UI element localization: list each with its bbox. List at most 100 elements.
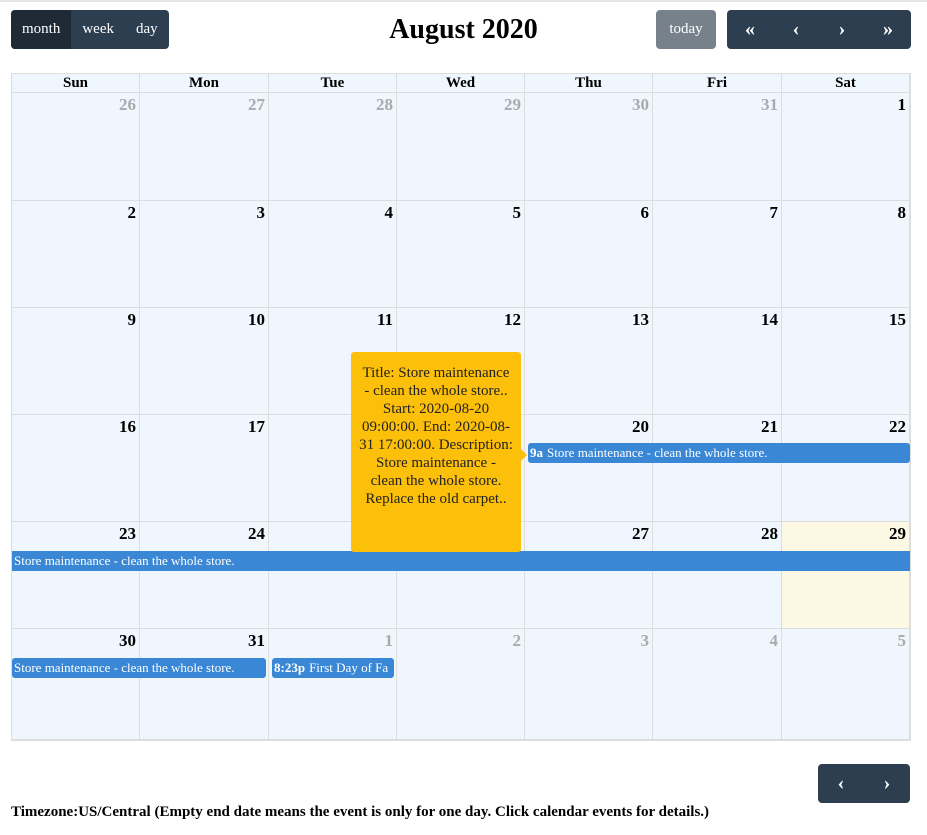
day-cell[interactable]: 7 [653,201,782,308]
day-cell[interactable]: 15 [782,308,910,415]
day-number[interactable]: 29 [504,95,521,115]
bottom-navigation: ‹ › [818,764,910,803]
day-cell[interactable]: 31 [140,629,269,740]
next-month-button[interactable]: › [864,764,910,803]
day-number[interactable]: 1 [898,95,907,115]
view-switcher: month week day [11,10,169,49]
day-number[interactable]: 22 [889,417,906,437]
day-cell[interactable]: 28 [653,522,782,629]
day-cell[interactable]: 22 [782,415,910,522]
day-number[interactable]: 10 [248,310,265,330]
day-cell[interactable]: 2 [12,201,140,308]
day-number[interactable]: 3 [641,631,650,651]
day-cell[interactable]: 27 [140,93,269,201]
navigation-buttons: « ‹ › » [727,10,911,49]
weekday-header: Wed [397,74,525,93]
day-number[interactable]: 24 [248,524,265,544]
day-number[interactable]: 9 [128,310,137,330]
day-cell[interactable]: 26 [12,93,140,201]
calendar-event[interactable]: 8:23p First Day of Fa [272,658,394,678]
day-cell[interactable]: 30 [525,93,653,201]
day-cell[interactable]: 24 [140,522,269,629]
day-cell[interactable]: 8 [782,201,910,308]
calendar-event[interactable]: Store maintenance - clean the whole stor… [12,658,266,678]
calendar-event[interactable]: Store maintenance - clean the whole stor… [12,551,910,571]
day-cell[interactable]: 21 [653,415,782,522]
day-number[interactable]: 23 [119,524,136,544]
day-cell[interactable]: 5 [782,629,910,740]
day-number[interactable]: 7 [770,203,779,223]
day-number[interactable]: 16 [119,417,136,437]
day-cell[interactable]: 30 [12,629,140,740]
day-cell[interactable]: 23 [12,522,140,629]
day-number[interactable]: 28 [376,95,393,115]
day-cell[interactable]: 5 [397,201,525,308]
day-number[interactable]: 3 [257,203,266,223]
day-cell[interactable]: 13 [525,308,653,415]
day-number[interactable]: 28 [761,524,778,544]
day-number[interactable]: 12 [504,310,521,330]
day-cell[interactable]: 4 [269,201,397,308]
day-number[interactable]: 27 [248,95,265,115]
day-number[interactable]: 2 [128,203,137,223]
day-cell[interactable]: 2 [397,629,525,740]
day-number[interactable]: 15 [889,310,906,330]
view-week-button[interactable]: week [71,10,125,49]
double-chevron-left-icon: « [745,18,755,40]
day-number[interactable]: 31 [248,631,265,651]
day-cell[interactable]: 27 [525,522,653,629]
day-cell[interactable]: 31 [653,93,782,201]
day-number[interactable]: 14 [761,310,778,330]
next-month-button[interactable]: › [819,10,865,49]
day-number[interactable]: 21 [761,417,778,437]
day-number[interactable]: 5 [513,203,522,223]
next-year-button[interactable]: » [865,10,911,49]
event-title: Store maintenance - clean the whole stor… [14,553,235,568]
day-number[interactable]: 30 [632,95,649,115]
day-number[interactable]: 2 [513,631,522,651]
calendar-event[interactable]: 9a Store maintenance - clean the whole st… [528,443,910,463]
day-number[interactable]: 30 [119,631,136,651]
view-month-button[interactable]: month [11,10,72,49]
day-number[interactable]: 5 [898,631,907,651]
day-number[interactable]: 4 [385,203,394,223]
event-time: 9a [530,445,543,460]
day-cell[interactable]: 17 [140,415,269,522]
day-cell[interactable]: 4 [653,629,782,740]
day-number[interactable]: 8 [898,203,907,223]
day-cell[interactable]: 1 [269,629,397,740]
prev-year-button[interactable]: « [727,10,773,49]
day-number[interactable]: 26 [119,95,136,115]
day-cell[interactable]: 3 [140,201,269,308]
day-cell[interactable]: 14 [653,308,782,415]
prev-month-button[interactable]: ‹ [773,10,819,49]
view-day-button[interactable]: day [125,10,169,49]
day-cell[interactable]: 3 [525,629,653,740]
day-cell[interactable]: 10 [140,308,269,415]
day-number[interactable]: 1 [385,631,394,651]
day-number[interactable]: 13 [632,310,649,330]
double-chevron-right-icon: » [883,18,893,40]
day-cell[interactable]: 9 [12,308,140,415]
day-cell[interactable]: 29 [397,93,525,201]
day-cell[interactable]: 6 [525,201,653,308]
day-number[interactable]: 11 [377,310,393,330]
day-cell[interactable]: 28 [269,93,397,201]
day-cell[interactable]: 20 [525,415,653,522]
today-button[interactable]: today [656,10,716,49]
day-number[interactable]: 29 [889,524,906,544]
day-number[interactable]: 27 [632,524,649,544]
weekday-header: Fri [653,74,782,93]
day-number[interactable]: 17 [248,417,265,437]
day-number[interactable]: 20 [632,417,649,437]
day-number[interactable]: 6 [641,203,650,223]
day-cell[interactable]: 29 [782,522,910,629]
day-cell[interactable]: 16 [12,415,140,522]
weekday-header: Tue [269,74,397,93]
day-cell[interactable]: 1 [782,93,910,201]
prev-month-button[interactable]: ‹ [818,764,864,803]
day-number[interactable]: 31 [761,95,778,115]
weekday-header: Sat [782,74,910,93]
event-tooltip: Title: Store maintenance - clean the who… [351,352,527,552]
day-number[interactable]: 4 [770,631,779,651]
